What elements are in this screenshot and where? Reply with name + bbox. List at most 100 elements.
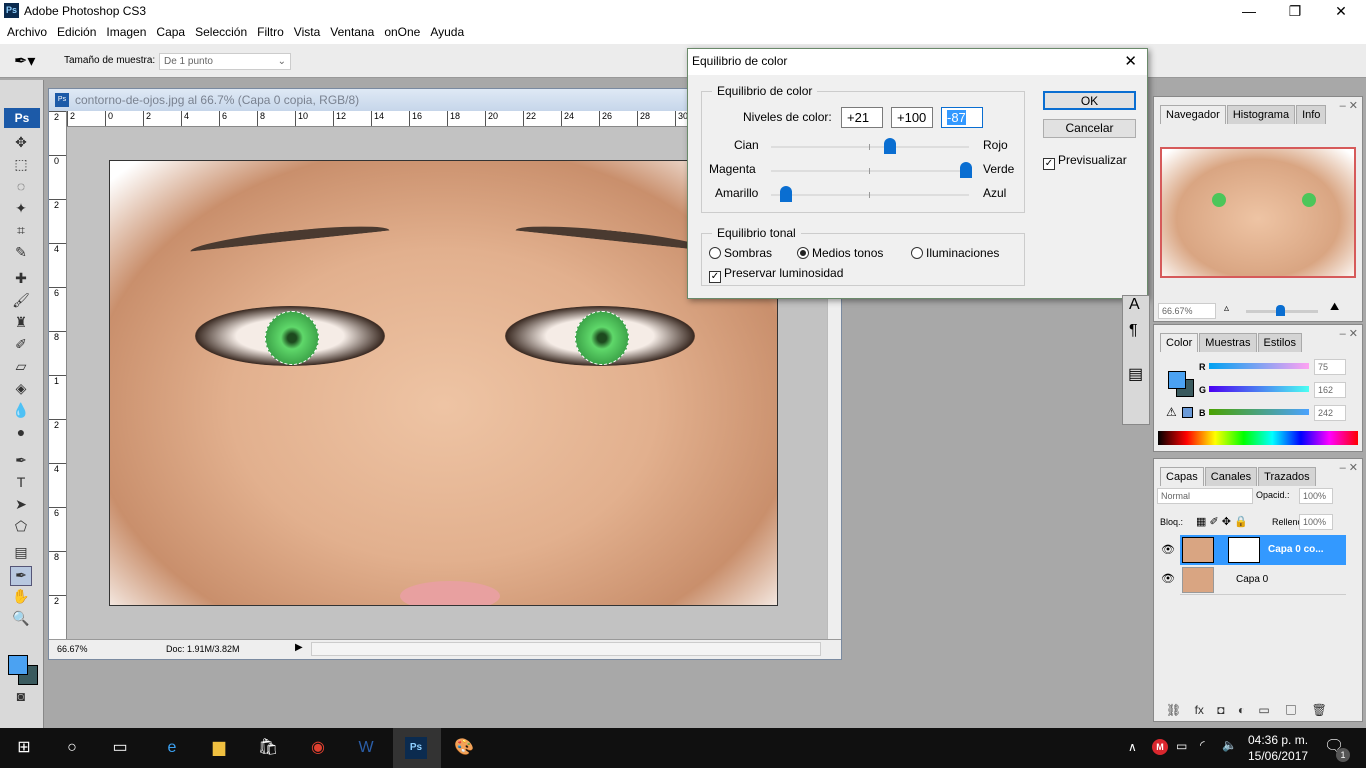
menu-filtro[interactable]: Filtro (252, 22, 289, 44)
eyedropper-tool-icon[interactable]: ✒ (10, 566, 32, 586)
radio-shadows[interactable]: Sombras (709, 246, 772, 260)
zoom-level[interactable]: 66.67% (57, 644, 88, 654)
color-balance-slider[interactable] (771, 162, 972, 178)
photoshop-taskbar-button[interactable]: Ps (393, 728, 441, 768)
hand-tool-icon[interactable]: ✋ (10, 588, 32, 608)
preserve-luminosity-checkbox[interactable]: ✓ Preservar luminosidad (709, 266, 843, 283)
color-spectrum-bar[interactable] (1158, 431, 1358, 445)
cancel-button[interactable]: Cancelar (1043, 119, 1136, 138)
lock-icons[interactable]: ▦ ✐ ✥ 🔒 (1196, 515, 1248, 528)
r-value-input[interactable]: 75 (1314, 359, 1346, 375)
cortana-search-icon[interactable]: ○ (60, 736, 84, 760)
navigator-zoom-input[interactable]: 66.67% (1158, 303, 1216, 319)
edge-browser-icon[interactable]: e (160, 736, 184, 760)
wifi-icon[interactable]: ◜ (1200, 738, 1205, 752)
dodge-tool-icon[interactable]: ● (10, 424, 32, 444)
panel-close-icon[interactable]: – ✕ (1340, 99, 1358, 112)
marquee-tool-icon[interactable]: ⬚ (10, 156, 32, 176)
foreground-color-swatch[interactable] (8, 655, 28, 675)
tab-muestras[interactable]: Muestras (1199, 333, 1257, 352)
layer-actions-toolbar[interactable]: ⛓ fx ◘ ◐ ▭ ◻ 🗑 (1166, 703, 1327, 717)
zoom-in-icon[interactable]: ⛰ (1330, 301, 1339, 314)
preview-checkbox[interactable]: ✓ Previsualizar (1043, 153, 1127, 170)
ok-button[interactable]: OK (1043, 91, 1136, 110)
radio-highlights[interactable]: Iluminaciones (911, 246, 999, 260)
tab-trazados[interactable]: Trazados (1258, 467, 1316, 486)
word-icon[interactable]: W (354, 736, 378, 760)
close-button[interactable]: ✕ (1318, 0, 1364, 22)
paint-bucket-icon[interactable]: ◈ (10, 380, 32, 400)
sample-size-select[interactable]: De 1 punto ⌄ (159, 53, 291, 70)
healing-brush-icon[interactable]: ✚ (10, 270, 32, 290)
g-value-input[interactable]: 162 (1314, 382, 1346, 398)
tab-navegador[interactable]: Navegador (1160, 105, 1226, 124)
tab-canales[interactable]: Canales (1204, 467, 1258, 486)
menu-ayuda[interactable]: Ayuda (425, 22, 469, 44)
b-value-input[interactable]: 242 (1314, 405, 1346, 421)
battery-icon[interactable]: ▭ (1176, 739, 1187, 753)
chrome-icon[interactable]: ◉ (306, 736, 330, 760)
blend-mode-select[interactable]: Normal (1157, 488, 1253, 504)
lasso-tool-icon[interactable]: ◌ (10, 178, 32, 198)
navigator-preview[interactable] (1160, 147, 1356, 278)
windows-start-icon[interactable]: ⊞ (12, 736, 36, 760)
paragraph-panel-icon[interactable]: ¶ (1129, 322, 1138, 340)
gamut-swatch[interactable] (1182, 407, 1193, 418)
minimize-button[interactable]: — (1226, 0, 1272, 22)
tab-estilos[interactable]: Estilos (1257, 333, 1302, 352)
gamut-warning-icon[interactable]: ⚠ (1166, 405, 1177, 419)
blur-tool-icon[interactable]: 💧 (10, 402, 32, 422)
zoom-out-icon[interactable]: ▵ (1224, 303, 1229, 314)
level-yellow-blue-input[interactable]: -87 (941, 107, 983, 128)
panel-close-icon[interactable]: – ✕ (1340, 461, 1358, 474)
menu-vista[interactable]: Vista (289, 22, 325, 44)
menu-imagen[interactable]: Imagen (101, 22, 151, 44)
menu-edicion[interactable]: Edición (52, 22, 101, 44)
file-explorer-icon[interactable]: ▆ (207, 736, 231, 760)
menu-capa[interactable]: Capa (151, 22, 190, 44)
store-icon[interactable]: 🛍 (256, 736, 280, 760)
history-brush-icon[interactable]: ✐ (10, 336, 32, 356)
menu-onone[interactable]: onOne (379, 22, 425, 44)
layer-row[interactable]: Capa 0 (1180, 565, 1346, 595)
layer-row-selected[interactable]: Capa 0 co... (1180, 535, 1346, 565)
clock-time[interactable]: 04:36 p. m. (1248, 733, 1308, 747)
zoom-tool-icon[interactable]: 🔍 (10, 610, 32, 630)
opacity-input[interactable]: 100% (1299, 488, 1333, 504)
slider-thumb[interactable] (884, 138, 897, 154)
canvas-image[interactable] (109, 160, 778, 606)
b-slider[interactable] (1209, 409, 1309, 415)
color-balance-slider[interactable] (771, 138, 969, 154)
tab-info[interactable]: Info (1296, 105, 1327, 124)
menu-archivo[interactable]: Archivo (2, 22, 52, 44)
task-view-icon[interactable]: ▭ (108, 736, 132, 760)
dialog-close-icon[interactable]: ✕ (1124, 52, 1137, 70)
notes-tool-icon[interactable]: ▤ (10, 544, 32, 564)
slider-thumb[interactable] (960, 162, 972, 178)
layer-comps-icon[interactable]: ▤ (1128, 364, 1143, 384)
paint-icon[interactable]: 🎨 (452, 736, 476, 760)
path-selection-icon[interactable]: ➤ (10, 496, 32, 516)
move-tool-icon[interactable]: ✥ (10, 134, 32, 154)
status-menu-arrow-icon[interactable]: ▶ (295, 642, 303, 653)
clone-stamp-icon[interactable]: ♜ (10, 314, 32, 334)
slice-tool-icon[interactable]: ✎ (10, 244, 32, 264)
quick-mask-icon[interactable]: ◙ (10, 688, 32, 708)
tab-capas[interactable]: Capas (1160, 467, 1204, 486)
slider-thumb[interactable] (780, 186, 793, 202)
mega-icon[interactable]: M (1152, 739, 1168, 755)
tab-color[interactable]: Color (1160, 333, 1199, 352)
radio-midtones[interactable]: Medios tonos (797, 246, 883, 260)
navigator-zoom-slider[interactable] (1246, 305, 1318, 316)
horizontal-scrollbar[interactable] (311, 642, 821, 656)
maximize-button[interactable]: ❐ (1272, 0, 1318, 22)
level-cyan-red-input[interactable]: +21 (841, 107, 883, 128)
pen-tool-icon[interactable]: ✒ (10, 452, 32, 472)
menu-ventana[interactable]: Ventana (325, 22, 379, 44)
menu-seleccion[interactable]: Selección (190, 22, 252, 44)
g-slider[interactable] (1209, 386, 1309, 392)
magic-wand-icon[interactable]: ✦ (10, 200, 32, 220)
brush-tool-icon[interactable]: 🖌 (10, 292, 32, 312)
show-hidden-icons-chevron[interactable]: ∧ (1128, 740, 1137, 754)
type-tool-icon[interactable]: T (10, 474, 32, 494)
